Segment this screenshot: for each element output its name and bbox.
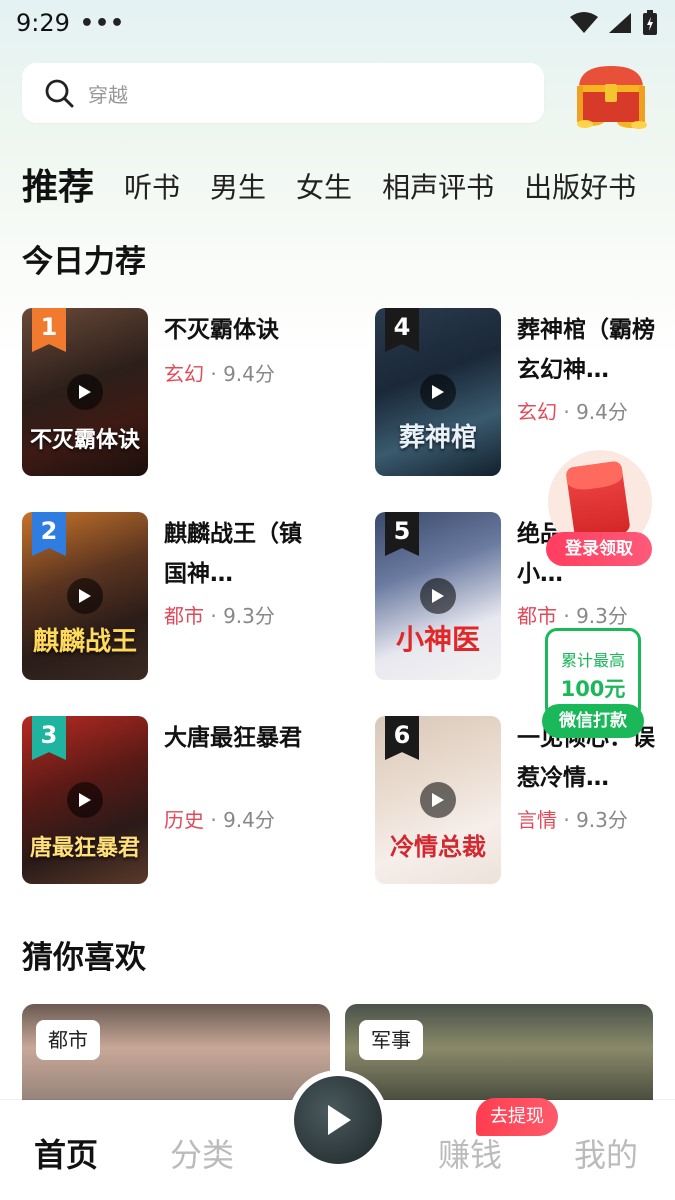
- play-icon[interactable]: [420, 374, 456, 410]
- book-title[interactable]: 葬神棺（霸榜玄幻神…: [517, 310, 667, 390]
- book-genre: 言情: [517, 808, 557, 832]
- book-title[interactable]: 大唐最狂暴君: [164, 718, 314, 758]
- book-cover[interactable]: 3 唐最狂暴君: [22, 716, 148, 884]
- play-icon[interactable]: [67, 578, 103, 614]
- book-genre: 玄幻: [164, 362, 204, 386]
- cover-title-art: 冷情总裁: [390, 832, 486, 861]
- play-icon[interactable]: [67, 782, 103, 818]
- book-cover[interactable]: 2 麒麟战王: [22, 512, 148, 680]
- battery-icon: [643, 10, 657, 35]
- rank-badge: 4: [385, 308, 419, 352]
- guess-card[interactable]: 都市: [22, 1004, 330, 1114]
- book-score: · 9.4分: [210, 362, 275, 386]
- rank-badge: 1: [32, 308, 66, 352]
- section-title-guess: 猜你喜欢: [22, 940, 146, 976]
- book-meta: 玄幻 · 9.4分: [164, 358, 275, 387]
- book-genre: 历史: [164, 808, 204, 832]
- rank-badge: 2: [32, 512, 66, 556]
- status-bar: 9:29 •••: [0, 0, 675, 46]
- wechat-payout-button[interactable]: 微信打款: [542, 704, 644, 738]
- nav-earn[interactable]: 赚钱: [438, 1130, 502, 1176]
- cover-title-art: 不灭霸体诀: [29, 427, 140, 453]
- book-card[interactable]: 1 不灭霸体诀 不灭霸体诀 玄幻 · 9.4分: [22, 308, 342, 476]
- book-meta: 都市 · 9.3分: [517, 600, 628, 629]
- play-icon[interactable]: [420, 782, 456, 818]
- book-score: · 9.3分: [210, 604, 275, 628]
- cover-title-art: 麒麟战王: [32, 627, 137, 657]
- guess-card-tag: 军事: [359, 1020, 423, 1060]
- book-title[interactable]: 不灭霸体诀: [164, 310, 314, 350]
- cover-title-art: 葬神棺: [398, 423, 477, 453]
- wechat-payout-amount: 100元: [560, 677, 626, 701]
- tab-crosstalk[interactable]: 相声评书: [382, 166, 494, 214]
- section-title-today: 今日力荐: [22, 244, 146, 280]
- wechat-payout-widget[interactable]: 累计最高 100元 微信打款: [542, 628, 644, 740]
- book-meta: 都市 · 9.3分: [164, 600, 275, 629]
- book-cover[interactable]: 6 冷情总裁: [375, 716, 501, 884]
- book-genre: 都市: [517, 604, 557, 628]
- book-cover[interactable]: 4 葬神棺: [375, 308, 501, 476]
- book-cover[interactable]: 1 不灭霸体诀: [22, 308, 148, 476]
- book-card[interactable]: 2 麒麟战王 麒麟战王（镇国神… 都市 · 9.3分: [22, 512, 342, 680]
- nav-home[interactable]: 首页: [34, 1130, 98, 1176]
- book-card[interactable]: 3 唐最狂暴君 大唐最狂暴君 历史 · 9.4分: [22, 716, 342, 884]
- nav-category[interactable]: 分类: [170, 1130, 234, 1176]
- search-icon: [45, 79, 74, 108]
- search-input[interactable]: 穿越: [22, 63, 544, 123]
- nav-player-button[interactable]: [288, 1070, 388, 1170]
- play-icon[interactable]: [67, 374, 103, 410]
- wechat-payout-line1: 累计最高: [560, 651, 625, 670]
- rank-badge: 3: [32, 716, 66, 760]
- book-cover[interactable]: 5 小神医: [375, 512, 501, 680]
- red-envelope-icon: [565, 460, 631, 540]
- tab-audiobook[interactable]: 听书: [124, 166, 180, 214]
- status-time: 9:29: [16, 9, 70, 37]
- category-tabs: 推荐 听书 男生 女生 相声评书 出版好书: [22, 160, 675, 214]
- rank-badge: 5: [385, 512, 419, 556]
- book-meta: 言情 · 9.3分: [517, 804, 628, 833]
- book-card[interactable]: 6 冷情总裁 一见倾心：误惹冷情… 言情 · 9.3分: [375, 716, 675, 884]
- cover-title-art: 唐最狂暴君: [29, 835, 140, 861]
- search-placeholder: 穿越: [88, 82, 128, 107]
- book-score: · 9.4分: [210, 808, 275, 832]
- search-row: 穿越: [22, 62, 653, 129]
- wifi-icon: [570, 12, 598, 33]
- book-meta: 历史 · 9.4分: [164, 804, 275, 833]
- status-notification-dots: •••: [79, 10, 126, 36]
- book-meta: 玄幻 · 9.4分: [517, 396, 628, 425]
- play-icon: [328, 1105, 351, 1135]
- tab-recommend[interactable]: 推荐: [22, 158, 94, 214]
- bottom-nav: 首页 分类 去提现 赚钱 我的: [0, 1070, 675, 1200]
- withdraw-badge[interactable]: 去提现: [476, 1098, 558, 1136]
- book-genre: 玄幻: [517, 400, 557, 424]
- book-score: · 9.4分: [563, 400, 628, 424]
- now-playing-cover: [294, 1076, 382, 1164]
- tab-male[interactable]: 男生: [210, 166, 266, 214]
- nav-mine[interactable]: 我的: [574, 1130, 638, 1176]
- book-title[interactable]: 麒麟战王（镇国神…: [164, 514, 314, 594]
- tab-female[interactable]: 女生: [296, 166, 352, 214]
- treasure-chest-icon[interactable]: [569, 58, 653, 130]
- login-reward-widget[interactable]: 登录领取: [546, 450, 656, 570]
- play-icon[interactable]: [420, 578, 456, 614]
- signal-icon: [609, 13, 631, 33]
- book-genre: 都市: [164, 604, 204, 628]
- guess-card-tag: 都市: [36, 1020, 100, 1060]
- cover-title-art: 小神医: [395, 623, 480, 656]
- login-reward-label[interactable]: 登录领取: [546, 532, 652, 566]
- status-icons: [569, 10, 659, 36]
- book-score: · 9.3分: [563, 604, 628, 628]
- rank-badge: 6: [385, 716, 419, 760]
- book-score: · 9.3分: [563, 808, 628, 832]
- tab-published[interactable]: 出版好书: [524, 166, 636, 214]
